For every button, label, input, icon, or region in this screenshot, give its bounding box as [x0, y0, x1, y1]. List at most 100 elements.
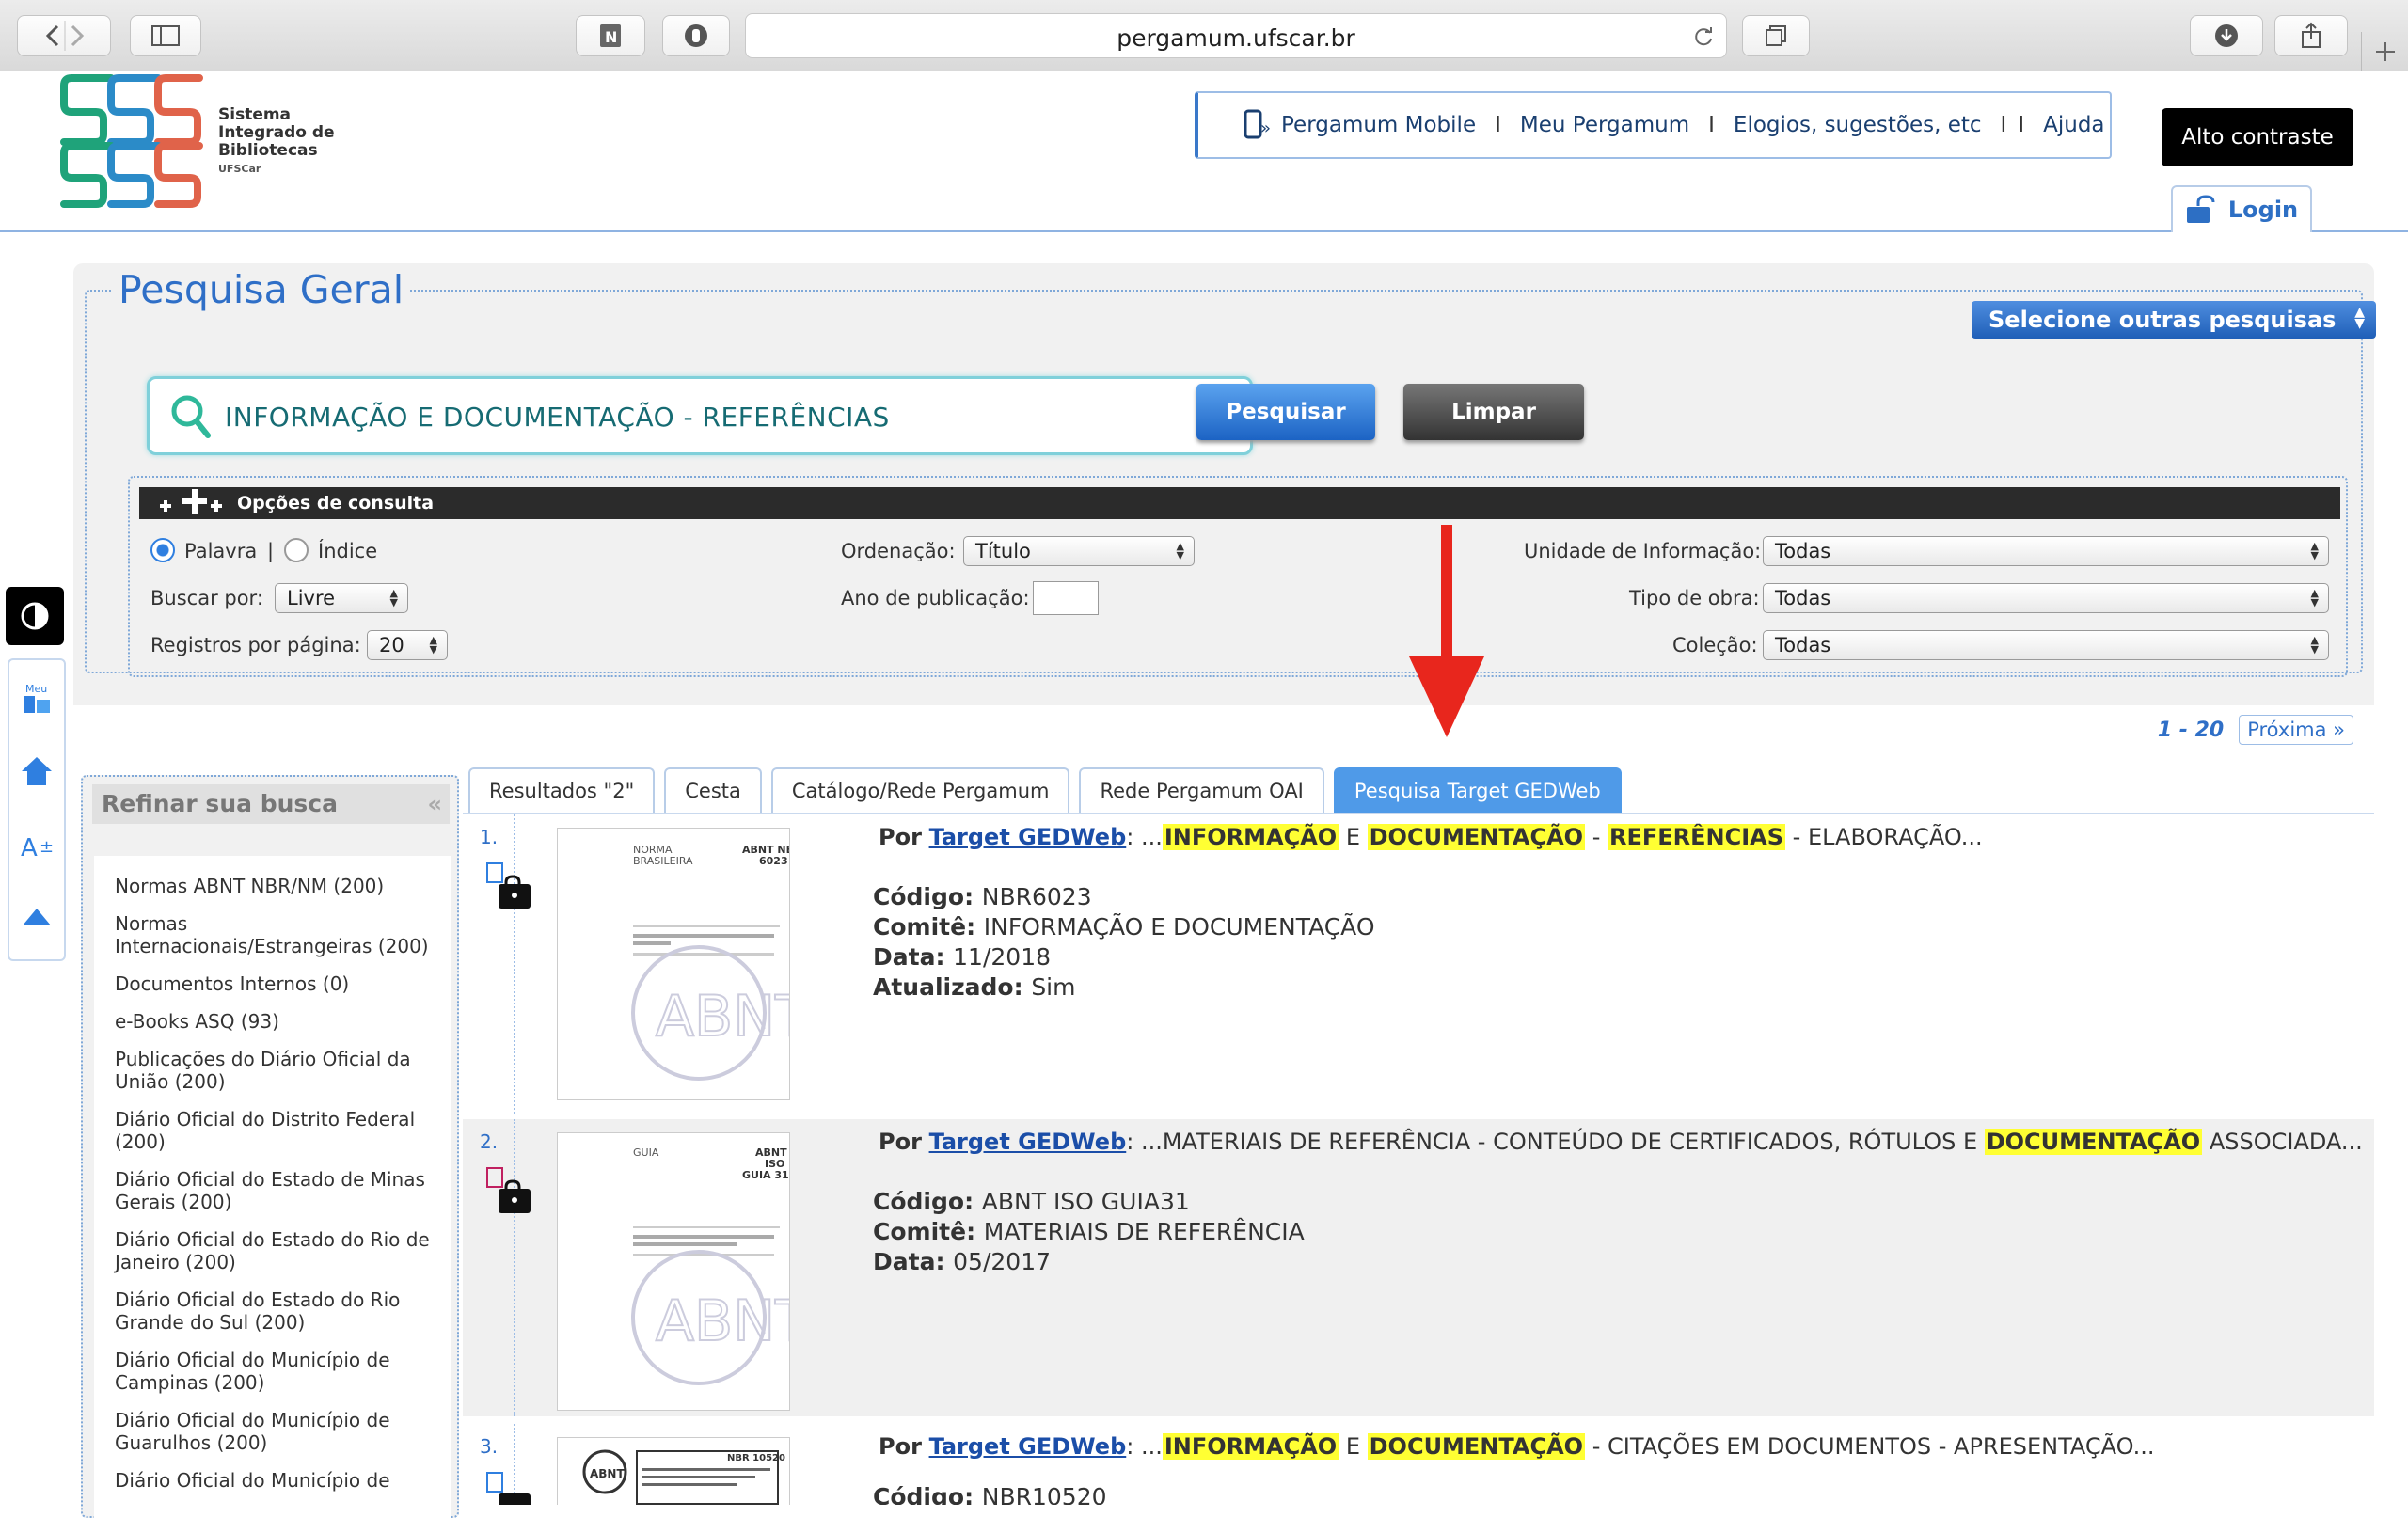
pesquisar-button[interactable]: Pesquisar [1196, 384, 1375, 440]
tab-target-gedweb[interactable]: Pesquisa Target GEDWeb [1333, 767, 1622, 813]
tab-catalogo[interactable]: Catálogo/Rede Pergamum [770, 767, 1070, 813]
select-arrows-icon: ▲ ▼ [2310, 634, 2319, 656]
restricted-lock-icon[interactable] [485, 1471, 531, 1505]
refinar-item[interactable]: Diário Oficial do Estado do Rio Grande d… [115, 1288, 444, 1334]
field-value: Sim [1031, 973, 1076, 1001]
search-icon [171, 395, 211, 438]
sidebar-toggle-button[interactable] [130, 15, 201, 56]
buscar-por-select[interactable]: Livre ▲ ▼ [275, 583, 408, 613]
nav-separator: I [2018, 113, 2025, 137]
search-input[interactable]: INFORMAÇÃO E DOCUMENTAÇÃO - REFERÊNCIAS [147, 376, 1253, 455]
colecao-select[interactable]: Todas ▲ ▼ [1763, 630, 2329, 660]
new-tab-button[interactable] [2361, 32, 2408, 71]
limpar-button[interactable]: Limpar [1403, 384, 1584, 440]
field-value: ABNT ISO GUIA31 [981, 1188, 1190, 1215]
tab-resultados[interactable]: Resultados "2" [468, 767, 656, 813]
onenote-extension-button[interactable]: N [576, 15, 645, 56]
nav-link-elogios[interactable]: Elogios, sugestões, etc [1734, 113, 1982, 137]
address-bar[interactable]: pergamum.ufscar.br [745, 13, 1727, 58]
radio-palavra[interactable] [150, 538, 175, 562]
alto-contraste-button[interactable]: Alto contraste [2162, 108, 2353, 166]
contrast-toggle-button[interactable] [6, 587, 64, 645]
refinar-item[interactable]: Diário Oficial do Município de Campinas … [115, 1349, 444, 1394]
tipo-obra-value: Todas [1775, 587, 1831, 609]
colecao-value: Todas [1775, 634, 1831, 656]
author-link[interactable]: Target GEDWeb [929, 1129, 1127, 1155]
document-thumbnail[interactable]: GUIA ABNT ISO GUIA 31 ABNT [557, 1132, 790, 1411]
radio-indice[interactable] [284, 538, 309, 562]
downloads-button[interactable] [2190, 15, 2263, 56]
document-thumbnail[interactable]: ABNT NBR 10520 [557, 1437, 790, 1505]
tabs-icon [1766, 25, 1786, 46]
por-label: Por [879, 1433, 922, 1460]
title-highlight: INFORMAÇÃO [1162, 1433, 1339, 1460]
tab-cesta[interactable]: Cesta [664, 767, 762, 813]
collapse-chevrons-icon[interactable]: « [427, 784, 442, 824]
refinar-item[interactable]: Documentos Internos (0) [115, 972, 444, 995]
outras-pesquisas-select[interactable]: Selecione outras pesquisas ▲ ▼ [1972, 301, 2376, 339]
title-part: ASSOCIADA... [2202, 1129, 2363, 1155]
document-thumbnail[interactable]: NORMA BRASILEIRA ABNT NBR 6023 ABNT [557, 828, 790, 1100]
field-key: Data [873, 1248, 936, 1275]
por-label: Por [879, 1129, 922, 1155]
author-link[interactable]: Target GEDWeb [929, 1433, 1127, 1460]
refinar-item[interactable]: Diário Oficial do Distrito Federal (200) [115, 1108, 444, 1153]
refinar-item[interactable]: Normas ABNT NBR/NM (200) [115, 875, 444, 897]
ordenacao-select[interactable]: Título ▲ ▼ [963, 536, 1195, 566]
meu-books-icon: Meu [24, 683, 50, 713]
logo-line: Bibliotecas [218, 141, 318, 160]
tabs-overview-button[interactable] [1742, 15, 1810, 56]
refinar-item[interactable]: Diário Oficial do Município de [115, 1469, 444, 1492]
restricted-lock-icon[interactable] [485, 1166, 531, 1217]
field-key: Código [873, 1483, 965, 1505]
share-button[interactable] [2274, 15, 2348, 56]
tab-rede-oai[interactable]: Rede Pergamum OAI [1079, 767, 1324, 813]
refinar-item[interactable]: Diário Oficial do Estado de Minas Gerais… [115, 1168, 444, 1213]
nav-separator: I [1495, 113, 1501, 137]
title-highlight: REFERÊNCIAS [1608, 824, 1786, 850]
meu-pergamum-shortcut[interactable]: Meu [9, 681, 64, 719]
registros-select[interactable]: 20 ▲ ▼ [367, 630, 448, 660]
refinar-item[interactable]: e-Books ASQ (93) [115, 1010, 444, 1033]
refinar-item[interactable]: Publicações do Diário Oficial da União (… [115, 1048, 444, 1093]
font-size-icon: A ± [21, 834, 54, 861]
ano-label: Ano de publicação: [841, 587, 1030, 609]
scroll-top-shortcut[interactable] [9, 905, 64, 931]
field-value: INFORMAÇÃO E DOCUMENTAÇÃO [983, 913, 1375, 940]
nav-link-ajuda[interactable]: Ajuda [2043, 113, 2104, 137]
refinar-title-text: Refinar sua busca [102, 790, 338, 817]
sibi-logo-icon[interactable] [58, 72, 209, 210]
result-tabs: Resultados "2" Cesta Catálogo/Rede Perga… [468, 767, 1622, 813]
field-key: Data [873, 943, 936, 971]
ano-publicacao-input[interactable] [1033, 581, 1099, 615]
privacy-extension-button[interactable] [662, 15, 730, 56]
font-size-shortcut[interactable]: A ± [9, 830, 64, 861]
opcoes-header[interactable]: Opções de consulta [139, 487, 2340, 519]
logo-subtitle: UFSCar [218, 163, 261, 175]
unidade-select[interactable]: Todas ▲ ▼ [1763, 536, 2329, 566]
home-shortcut[interactable] [9, 754, 64, 788]
login-button[interactable]: Login [2171, 185, 2312, 232]
author-link[interactable]: Target GEDWeb [929, 824, 1127, 850]
refinar-item[interactable]: Diário Oficial do Estado do Rio de Janei… [115, 1228, 444, 1273]
result-item: 3. ABNT NBR 10520 Por Target GEDWeb: ...… [463, 1424, 2374, 1505]
reload-icon[interactable] [1692, 25, 1715, 48]
refinar-item[interactable]: Normas Internacionais/Estrangeiras (200) [115, 912, 444, 957]
result-number: 3. [480, 1435, 499, 1458]
plus-icons [160, 489, 222, 514]
field-key: Comitê [873, 913, 967, 940]
pager-next-button[interactable]: Próxima » [2239, 715, 2353, 745]
title-highlight: INFORMAÇÃO [1162, 824, 1339, 850]
nav-separator: I [1708, 113, 1715, 137]
onenote-icon: N [600, 24, 621, 47]
nav-separator: I [2000, 113, 2007, 137]
tipo-obra-select[interactable]: Todas ▲ ▼ [1763, 583, 2329, 613]
pagination: 1 - 20 Próxima » [2158, 715, 2353, 745]
nav-link-meu-pergamum[interactable]: Meu Pergamum [1520, 113, 1689, 137]
back-forward-buttons[interactable] [17, 15, 111, 56]
accessibility-toolbar: Meu A ± [8, 658, 66, 961]
refinar-item[interactable]: Diário Oficial do Município de Guarulhos… [115, 1409, 444, 1454]
field-value: 05/2017 [953, 1248, 1052, 1275]
nav-link-mobile[interactable]: Pergamum Mobile [1281, 113, 1476, 137]
restricted-lock-icon[interactable] [485, 861, 531, 912]
